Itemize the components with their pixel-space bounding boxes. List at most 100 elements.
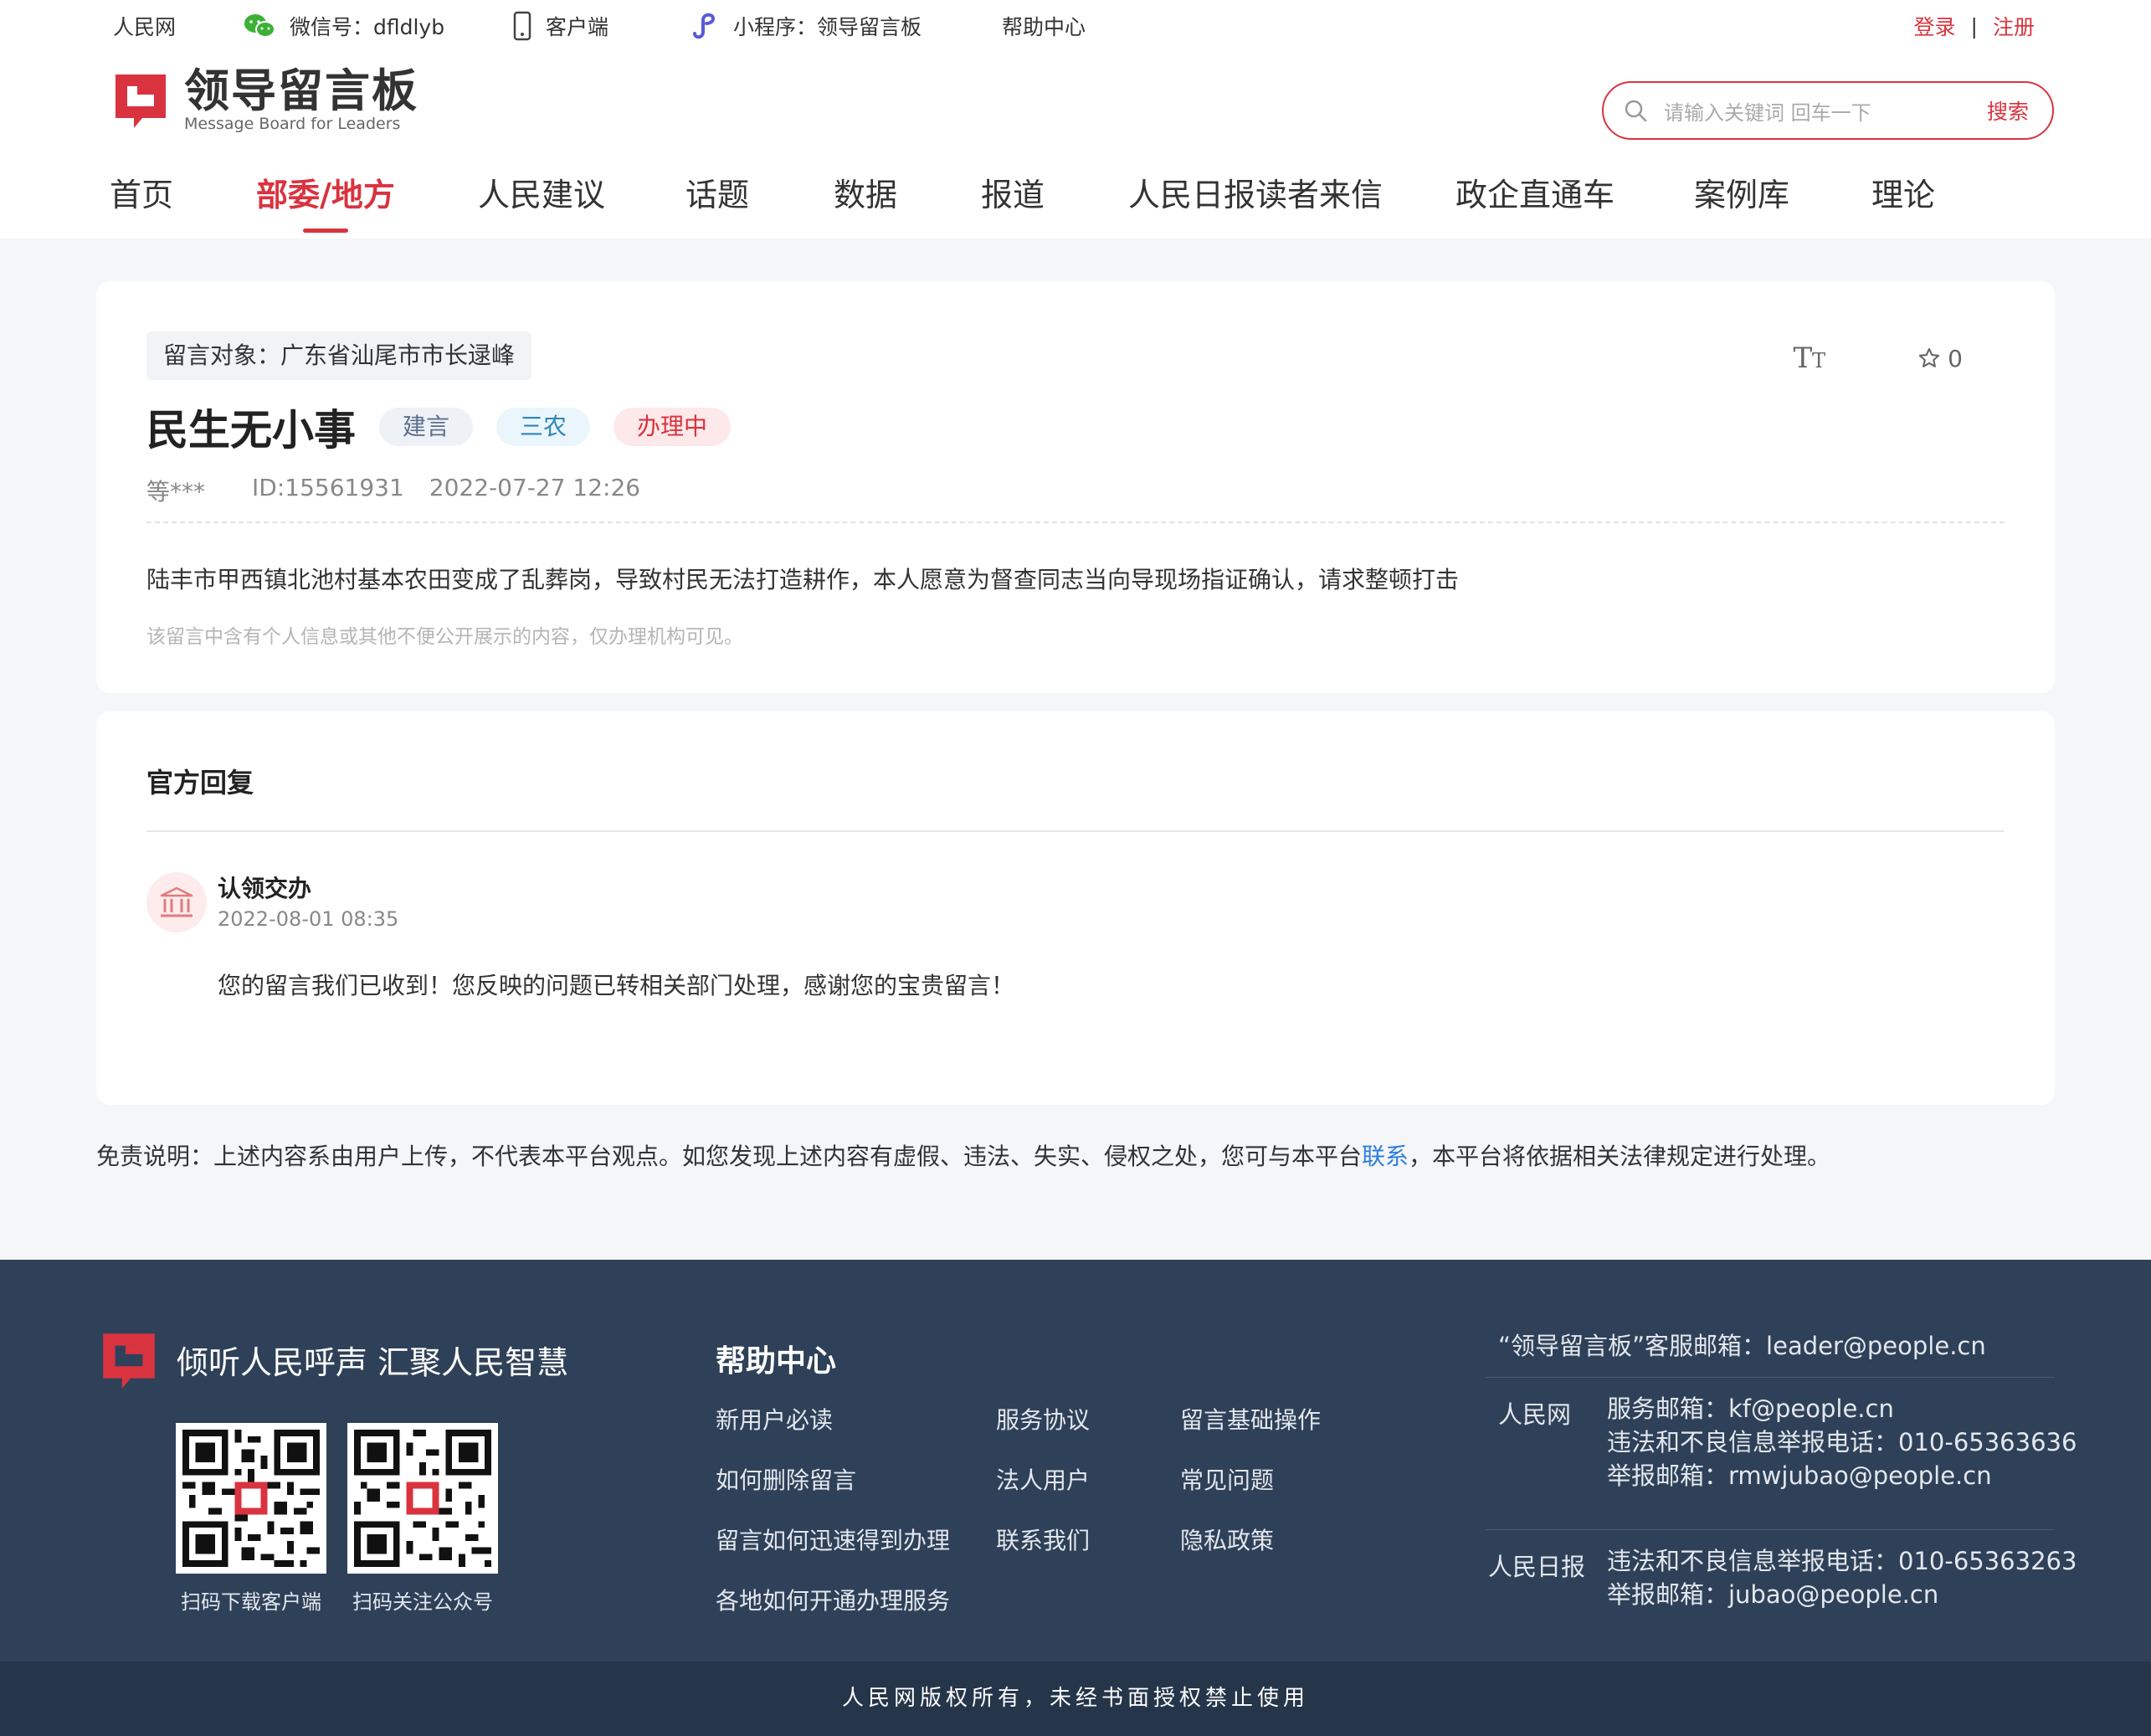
help-link-faq[interactable]: 常见问题 xyxy=(1180,1462,1274,1496)
reply-heading: 官方回复 xyxy=(146,767,254,799)
qr-code-icon xyxy=(347,1423,498,1574)
phone-icon xyxy=(513,11,531,41)
message-card: 留言对象：广东省汕尾市市长逯峰 TT 0 民生无小事 建言 三农 办理中 等**… xyxy=(96,281,2055,693)
wechat-icon xyxy=(244,14,275,38)
login-link[interactable]: 登录 xyxy=(1914,11,1956,41)
footer-logo: 倾听人民呼声 汇聚人民智慧 xyxy=(96,1327,568,1392)
register-link[interactable]: 注册 xyxy=(1993,11,2035,41)
disclaimer-text: 免责说明：上述内容系由用户上传，不代表本平台观点。如您发现上述内容有虚假、违法、… xyxy=(96,1143,1363,1170)
favorite-count: 0 xyxy=(1948,344,1963,372)
help-link-new-user[interactable]: 新用户必读 xyxy=(716,1402,833,1436)
reply-card: 官方回复 认领交办 2022-08-01 08:35 您的留言我们已收到！您反映… xyxy=(96,711,2055,1105)
help-link-privacy[interactable]: 隐私政策 xyxy=(1180,1523,1274,1556)
message-title: 民生无小事 xyxy=(146,406,356,455)
contact-divider xyxy=(1486,1529,2055,1530)
search-button[interactable]: 搜索 xyxy=(1987,95,2029,126)
qr-download-app: 扫码下载客户端 xyxy=(176,1423,326,1615)
contact-divider xyxy=(1486,1377,2055,1378)
nav-gov-enterprise[interactable]: 政企直通车 xyxy=(1455,167,1615,234)
help-link-basic-operations[interactable]: 留言基础操作 xyxy=(1180,1402,1321,1436)
government-building-icon xyxy=(160,886,193,917)
client-label: 客户端 xyxy=(546,15,609,39)
people-net-report-email: 举报邮箱：rmwjubao@people.cn xyxy=(1607,1461,1992,1490)
nav-theory[interactable]: 理论 xyxy=(1871,167,1935,234)
privacy-note: 该留言中含有个人信息或其他不便公开展示的内容，仅办理机构可见。 xyxy=(146,626,743,648)
site-logo[interactable]: 领导留言板 Message Board for Leaders xyxy=(109,67,418,132)
help-link-open-service[interactable]: 各地如何开通办理服务 xyxy=(716,1583,950,1616)
search-box: 请输入关键词 回车一下 搜索 xyxy=(1602,81,2054,140)
disclaimer: 免责说明：上述内容系由用户上传，不代表本平台观点。如您发现上述内容有虚假、违法、… xyxy=(96,1138,1830,1172)
copyright-bar: 人民网版权所有，未经书面授权禁止使用 xyxy=(0,1662,2151,1736)
star-icon xyxy=(1919,347,1940,367)
reply-time: 2022-08-01 08:35 xyxy=(218,907,399,931)
logo-text: 领导留言板 Message Board for Leaders xyxy=(184,64,418,133)
top-bar: 人民网 微信号：dfldlyb 客户端 小程序：领导留言板 帮助中心 登录 | … xyxy=(0,0,2151,52)
tag-agriculture: 三农 xyxy=(496,408,591,446)
qr-follow-account: 扫码关注公众号 xyxy=(347,1423,498,1615)
logo-subtitle: Message Board for Leaders xyxy=(184,115,401,133)
reply-org-name: 认领交办 xyxy=(218,875,312,902)
search-icon xyxy=(1625,100,1647,122)
reply-divider xyxy=(146,830,2005,832)
nav-topics[interactable]: 话题 xyxy=(685,167,749,234)
message-content: 陆丰市甲西镇北池村基本农田变成了乱葬岗，导致村民无法打造耕作，本人愿意为督查同志… xyxy=(146,566,1460,593)
people-daily-label: 人民日报 xyxy=(1488,1553,1586,1581)
main-nav: 首页 部委/地方 人民建议 话题 数据 报道 人民日报读者来信 政企直通车 案例… xyxy=(0,167,2151,234)
nav-reader-letters[interactable]: 人民日报读者来信 xyxy=(1128,167,1383,234)
nav-reports[interactable]: 报道 xyxy=(981,167,1045,234)
logo-title: 领导留言板 xyxy=(184,64,418,117)
people-net-link[interactable]: 人民网 xyxy=(113,12,176,40)
miniprogram-label: 小程序：领导留言板 xyxy=(733,15,922,39)
footer-help-heading: 帮助中心 xyxy=(716,1344,837,1379)
reply-body: 您的留言我们已收到！您反映的问题已转相关部门处理，感谢您的宝贵留言！ xyxy=(218,972,1015,999)
people-net-hotline: 违法和不良信息举报电话：010-65363636 xyxy=(1607,1428,2077,1456)
auth-links: 登录 | 注册 xyxy=(1914,12,2035,40)
message-author: 等*** xyxy=(146,478,206,506)
people-net-label: 人民网 xyxy=(1498,1400,1572,1429)
wechat-item[interactable]: 微信号：dfldlyb xyxy=(243,12,444,40)
people-daily-hotline: 违法和不良信息举报电话：010-65363263 xyxy=(1607,1547,2077,1575)
tag-suggestion: 建言 xyxy=(379,408,474,446)
message-tools: TT 0 xyxy=(1793,342,1963,375)
qr-caption: 扫码下载客户端 xyxy=(181,1590,321,1614)
site-header: 人民网 微信号：dfldlyb 客户端 小程序：领导留言板 帮助中心 登录 | … xyxy=(0,0,2151,239)
avatar xyxy=(146,872,207,932)
nav-home[interactable]: 首页 xyxy=(110,167,173,234)
miniprogram-item[interactable]: 小程序：领导留言板 xyxy=(688,12,921,40)
qr-caption: 扫码关注公众号 xyxy=(352,1590,493,1614)
title-row: 民生无小事 建言 三农 办理中 xyxy=(146,397,732,457)
logo-mark-icon xyxy=(103,1333,155,1389)
nav-ministries-local[interactable]: 部委/地方 xyxy=(256,167,395,234)
status-badge: 办理中 xyxy=(613,408,732,446)
people-daily-report-email: 举报邮箱：jubao@people.cn xyxy=(1607,1580,1939,1609)
search-input[interactable]: 请输入关键词 回车一下 xyxy=(1664,96,1987,126)
help-link-fast-handling[interactable]: 留言如何迅速得到办理 xyxy=(716,1523,950,1556)
favorite-button[interactable]: 0 xyxy=(1917,345,1963,372)
message-time: 2022-07-27 12:26 xyxy=(429,474,641,501)
nav-data[interactable]: 数据 xyxy=(834,167,897,234)
message-meta: 等*** ID:15561931 2022-07-27 12:26 xyxy=(146,474,665,507)
people-net-email: 服务邮箱：kf@people.cn xyxy=(1607,1394,1894,1423)
help-link-contact-us[interactable]: 联系我们 xyxy=(996,1523,1090,1556)
font-size-toggle[interactable]: TT xyxy=(1793,342,1825,375)
font-size-toggle-small: T xyxy=(1812,349,1826,372)
message-id: ID:15561931 xyxy=(252,474,404,501)
wechat-id: 微信号：dfldlyb xyxy=(290,15,445,39)
client-item[interactable]: 客户端 xyxy=(512,11,609,41)
help-center-link[interactable]: 帮助中心 xyxy=(1002,12,1086,40)
meta-divider xyxy=(146,521,2005,523)
logo-mark-icon xyxy=(116,74,166,128)
contact-link[interactable]: 联系 xyxy=(1362,1143,1409,1170)
nav-case-library[interactable]: 案例库 xyxy=(1694,167,1789,234)
footer-slogan: 倾听人民呼声 汇聚人民智慧 xyxy=(177,1343,569,1381)
nav-people-suggestions[interactable]: 人民建议 xyxy=(478,167,605,234)
message-target: 留言对象：广东省汕尾市市长逯峰 xyxy=(146,331,532,380)
auth-separator: | xyxy=(1970,13,1978,39)
miniprogram-icon xyxy=(693,13,716,39)
help-link-delete-message[interactable]: 如何删除留言 xyxy=(716,1462,856,1496)
qr-code-icon xyxy=(176,1423,326,1574)
service-email: “领导留言板”客服邮箱：leader@people.cn xyxy=(1498,1332,1986,1360)
disclaimer-text-end: ，本平台将依据相关法律规定进行处理。 xyxy=(1409,1143,1831,1170)
help-link-legal-user[interactable]: 法人用户 xyxy=(996,1462,1090,1496)
help-link-service-agreement[interactable]: 服务协议 xyxy=(996,1402,1090,1436)
